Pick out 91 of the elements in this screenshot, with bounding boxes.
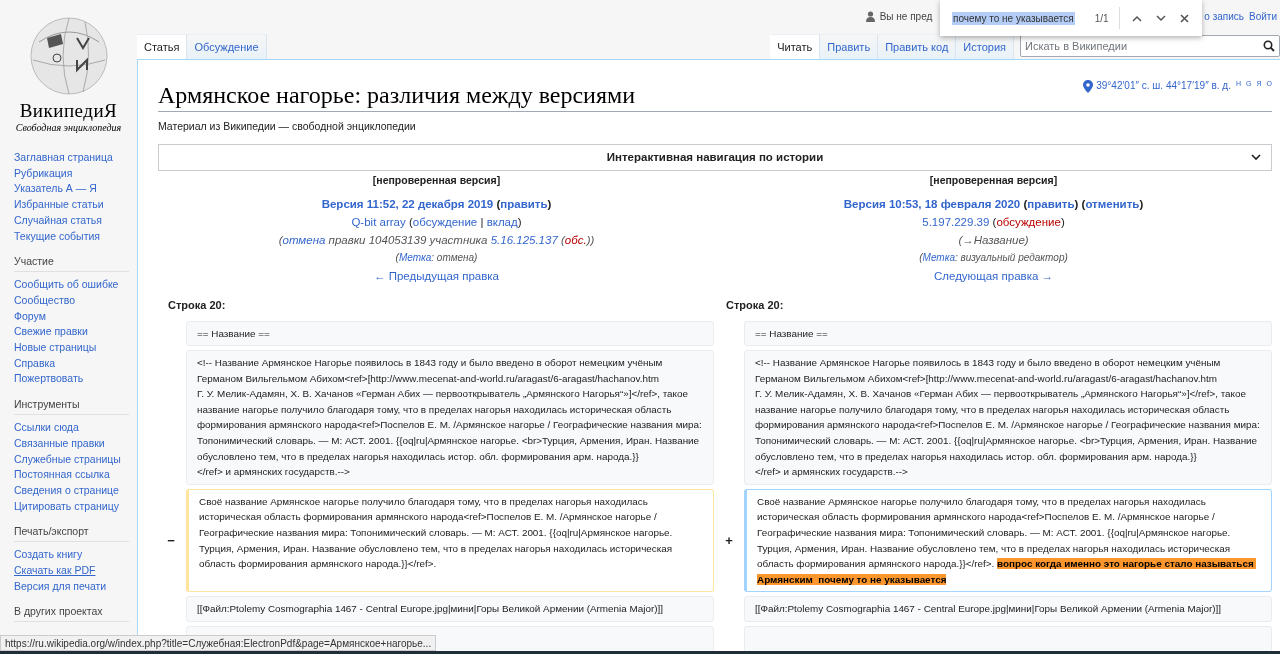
link[interactable]: Q-bit array — [351, 215, 406, 228]
sidebar-link[interactable]: Ссылки сюда — [14, 420, 79, 436]
revision-text: правки 104053139 участника — [327, 233, 489, 246]
revision-text: [непроверенная версия] — [372, 173, 501, 186]
page-tab[interactable]: Обсуждение — [187, 33, 267, 59]
link[interactable]: отменить — [1085, 197, 1140, 210]
revision-text: ( — [407, 215, 413, 228]
link[interactable]: отмена — [282, 233, 326, 246]
find-query[interactable]: почему то не указывается — [952, 11, 1075, 25]
revision-text: ) ( — [1074, 197, 1086, 210]
sidebar-link[interactable]: Скачать как PDF — [14, 563, 96, 579]
revision-text: ) — [1139, 197, 1144, 210]
sidebar-link[interactable]: Новые страницы — [14, 340, 97, 356]
link[interactable]: Следующая правка → — [934, 269, 1053, 282]
revision-text: ) — [547, 197, 552, 210]
revision-text: | — [479, 215, 485, 228]
removed-marker: − — [166, 532, 176, 551]
sidebar-link[interactable]: Рубрикация — [14, 165, 73, 182]
link[interactable]: Метка — [922, 251, 955, 263]
match-count: 1/1 — [1094, 12, 1109, 24]
link[interactable]: обсуждение — [996, 215, 1061, 228]
page-title: Армянское нагорье: различия между версиями — [158, 81, 636, 109]
sidebar-link[interactable]: Служебные страницы — [14, 451, 121, 468]
search-field[interactable]: Искать в Википедии — [1020, 34, 1280, 57]
sidebar-heading: В других проектах — [14, 605, 129, 623]
revision-text: ( — [395, 251, 399, 263]
link[interactable]: Версия 10:53, 18 февраля 2020 — [843, 197, 1021, 210]
user-icon — [865, 10, 875, 22]
map-pin-icon[interactable] — [1083, 79, 1094, 93]
revision-text: : отмена) — [431, 251, 478, 263]
sidebar-link[interactable]: Связанные правки — [14, 435, 105, 452]
revision-text: ( — [1022, 197, 1028, 210]
revision-text: )) — [586, 233, 595, 246]
view-tab[interactable]: Править — [820, 33, 879, 59]
revision-text: ) — [517, 215, 522, 228]
sidebar-link[interactable]: Сообщить об ошибке — [14, 277, 119, 293]
sidebar-link[interactable]: Текущие события — [14, 228, 100, 245]
link[interactable]: вклад — [486, 215, 518, 228]
sidebar-heading: Инструменты — [14, 398, 129, 416]
link[interactable]: ← Предыдущая правка — [374, 269, 499, 282]
revision-text: [непроверенная версия] — [929, 173, 1058, 186]
view-tab[interactable]: Править код — [878, 33, 957, 59]
line-number-label: Строка 20: — [167, 298, 227, 311]
close-icon[interactable] — [1177, 11, 1191, 25]
sidebar-heading: Печать/экспорт — [14, 525, 129, 543]
revision-text: ( — [495, 197, 501, 210]
link[interactable]: обс. — [564, 233, 587, 246]
line-number-label: Строка 20: — [725, 298, 785, 311]
login-status-text: Вы не пред — [879, 10, 933, 22]
sidebar-link[interactable]: Случайная статья — [14, 212, 102, 229]
link[interactable]: Версия 11:52, 22 декабря 2019 — [321, 197, 494, 210]
next-match-icon[interactable] — [1153, 12, 1168, 24]
sidebar-link[interactable]: Заглавная страница — [14, 150, 113, 166]
sidebar-link[interactable]: Сообщество — [14, 292, 75, 309]
logo-tagline: Свободная энциклопедия — [15, 122, 122, 133]
revision-text: ) — [1060, 215, 1065, 228]
view-tab[interactable]: Читать — [770, 33, 821, 59]
link[interactable]: 5.16.125.137 — [490, 233, 558, 246]
added-marker: + — [724, 532, 734, 551]
revision-text: (→Название) — [958, 233, 1029, 246]
sidebar-link[interactable]: Постоянная ссылка — [14, 467, 110, 483]
link-preview-status: https://ru.wikipedia.org/w/index.php?title=Служебная:ElectronPdf&page=Армянское+нагорье... — [0, 635, 437, 651]
sidebar-link[interactable]: Свежие правки — [14, 324, 88, 341]
sidebar-link[interactable]: Сведения о странице — [14, 482, 119, 499]
coordinates-link[interactable]: 39°42′01″ с. ш. 44°17′19″ в. д. — [1096, 79, 1231, 91]
sidebar-link[interactable]: Создать книгу — [14, 547, 83, 564]
account-link[interactable]: Войти — [1249, 10, 1277, 22]
sidebar-link[interactable]: Пожертвовать — [14, 371, 84, 388]
sidebar-link[interactable]: Цитировать страницу — [14, 498, 119, 515]
link[interactable]: 5.197.229.39 — [922, 215, 990, 228]
link[interactable]: править — [500, 197, 548, 210]
sidebar-link[interactable]: Форум — [14, 308, 46, 325]
search-icon[interactable] — [1263, 39, 1275, 52]
revision-text: : визуальный редактор) — [954, 251, 1068, 263]
account-link[interactable]: о запись — [1204, 10, 1244, 22]
revision-text: ( — [278, 233, 283, 246]
sidebar-link[interactable]: Версия для печати — [14, 578, 107, 595]
revision-text: ( — [991, 215, 997, 228]
revision-text: ( — [560, 233, 565, 246]
sidebar-link[interactable]: Справка — [14, 355, 56, 372]
link[interactable]: обсуждение — [412, 215, 478, 228]
chevron-icon — [1251, 153, 1261, 161]
sidebar-link[interactable]: Указатель А — Я — [14, 181, 97, 198]
page-tab[interactable]: Статья — [137, 33, 188, 59]
sidebar-link[interactable]: Избранные статьи — [14, 197, 104, 213]
sidebar-heading: Участие — [14, 255, 129, 273]
page-subtitle: Материал из Википедии — свободной энциклопедии — [158, 119, 417, 132]
history-navigation-toggle[interactable]: Интерактивная навигация по истории — [158, 143, 1272, 171]
revision-text: ( — [919, 251, 923, 263]
logo-wordmark[interactable]: ВикипедиЯ — [19, 100, 118, 122]
link[interactable]: править — [1027, 197, 1075, 210]
